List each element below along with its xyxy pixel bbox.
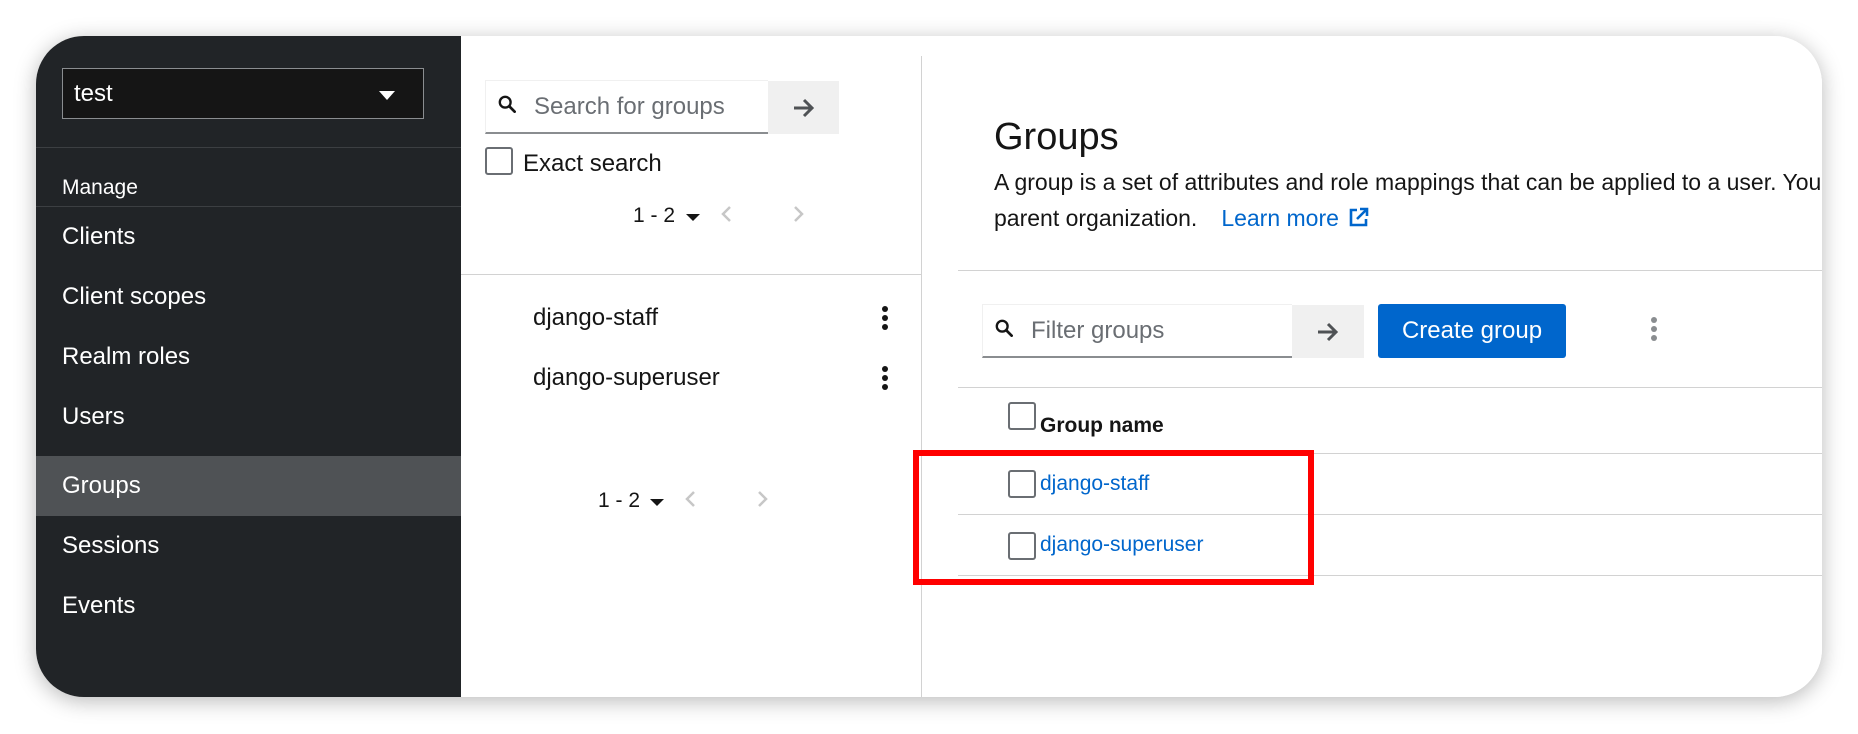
- page-title: Groups: [994, 116, 1119, 158]
- create-group-button[interactable]: Create group: [1378, 304, 1566, 358]
- description-line-2: parent organization. Learn more: [994, 200, 1822, 236]
- group-tree-panel: Search for groups Exact search 1 - 2 dja…: [461, 36, 936, 697]
- divider: [36, 147, 461, 148]
- nav-section-manage: Manage: [62, 176, 138, 199]
- tree-item-django-staff[interactable]: django-staff: [533, 304, 658, 332]
- tree-item-django-superuser[interactable]: django-superuser: [533, 364, 720, 392]
- description-line-1: A group is a set of attributes and role …: [994, 169, 1822, 195]
- tree-search-placeholder: Search for groups: [534, 93, 725, 120]
- search-icon: [498, 95, 516, 113]
- kebab-menu-icon[interactable]: [881, 306, 889, 336]
- highlight-box: [913, 450, 1314, 585]
- external-link-icon: [1350, 207, 1369, 227]
- sidebar-item-users[interactable]: Users: [36, 387, 461, 447]
- chevron-right-icon[interactable]: [788, 202, 808, 226]
- filter-groups-input[interactable]: Filter groups: [982, 304, 1292, 358]
- filter-submit-button[interactable]: [1292, 305, 1364, 358]
- main-content: Groups A group is a set of attributes an…: [922, 36, 1822, 697]
- kebab-menu-icon[interactable]: [1650, 317, 1658, 347]
- realm-selector[interactable]: test: [62, 68, 424, 119]
- exact-search-checkbox[interactable]: [485, 147, 513, 175]
- chevron-left-icon[interactable]: [717, 202, 737, 226]
- tree-search-submit-button[interactable]: [768, 81, 839, 134]
- kebab-menu-icon[interactable]: [881, 366, 889, 396]
- divider: [461, 274, 921, 275]
- chevron-left-icon[interactable]: [681, 487, 701, 511]
- app-window: test Manage Clients Client scopes Realm …: [36, 36, 1822, 697]
- sidebar-item-client-scopes[interactable]: Client scopes: [36, 267, 461, 327]
- learn-more-label: Learn more: [1221, 205, 1339, 231]
- column-header-group-name[interactable]: Group name: [1040, 414, 1164, 438]
- sidebar-item-clients[interactable]: Clients: [36, 207, 461, 267]
- divider: [958, 270, 1822, 271]
- chevron-right-icon[interactable]: [752, 487, 772, 511]
- tree-search-input[interactable]: Search for groups: [485, 80, 768, 134]
- sidebar: test Manage Clients Client scopes Realm …: [36, 36, 461, 697]
- arrow-right-icon: [793, 98, 814, 117]
- description-text: parent organization.: [994, 205, 1198, 231]
- sidebar-item-realm-roles[interactable]: Realm roles: [36, 327, 461, 387]
- divider: [958, 387, 1822, 388]
- caret-down-icon: [686, 214, 700, 221]
- search-icon: [995, 319, 1013, 337]
- page-description: A group is a set of attributes and role …: [994, 164, 1822, 236]
- filter-groups-placeholder: Filter groups: [1031, 317, 1165, 344]
- pagination-toggle-bottom[interactable]: 1 - 2: [598, 489, 640, 513]
- learn-more-link[interactable]: Learn more: [1221, 205, 1370, 231]
- sidebar-item-sessions[interactable]: Sessions: [36, 516, 461, 576]
- sidebar-item-groups[interactable]: Groups: [36, 456, 461, 516]
- caret-down-icon: [379, 91, 395, 100]
- arrow-right-icon: [1318, 322, 1339, 341]
- exact-search-label: Exact search: [523, 150, 662, 177]
- caret-down-icon: [650, 499, 664, 506]
- pagination-toggle-top[interactable]: 1 - 2: [633, 204, 675, 228]
- realm-selector-value: test: [74, 80, 113, 107]
- sidebar-item-events[interactable]: Events: [36, 576, 461, 636]
- select-all-checkbox[interactable]: [1008, 402, 1036, 430]
